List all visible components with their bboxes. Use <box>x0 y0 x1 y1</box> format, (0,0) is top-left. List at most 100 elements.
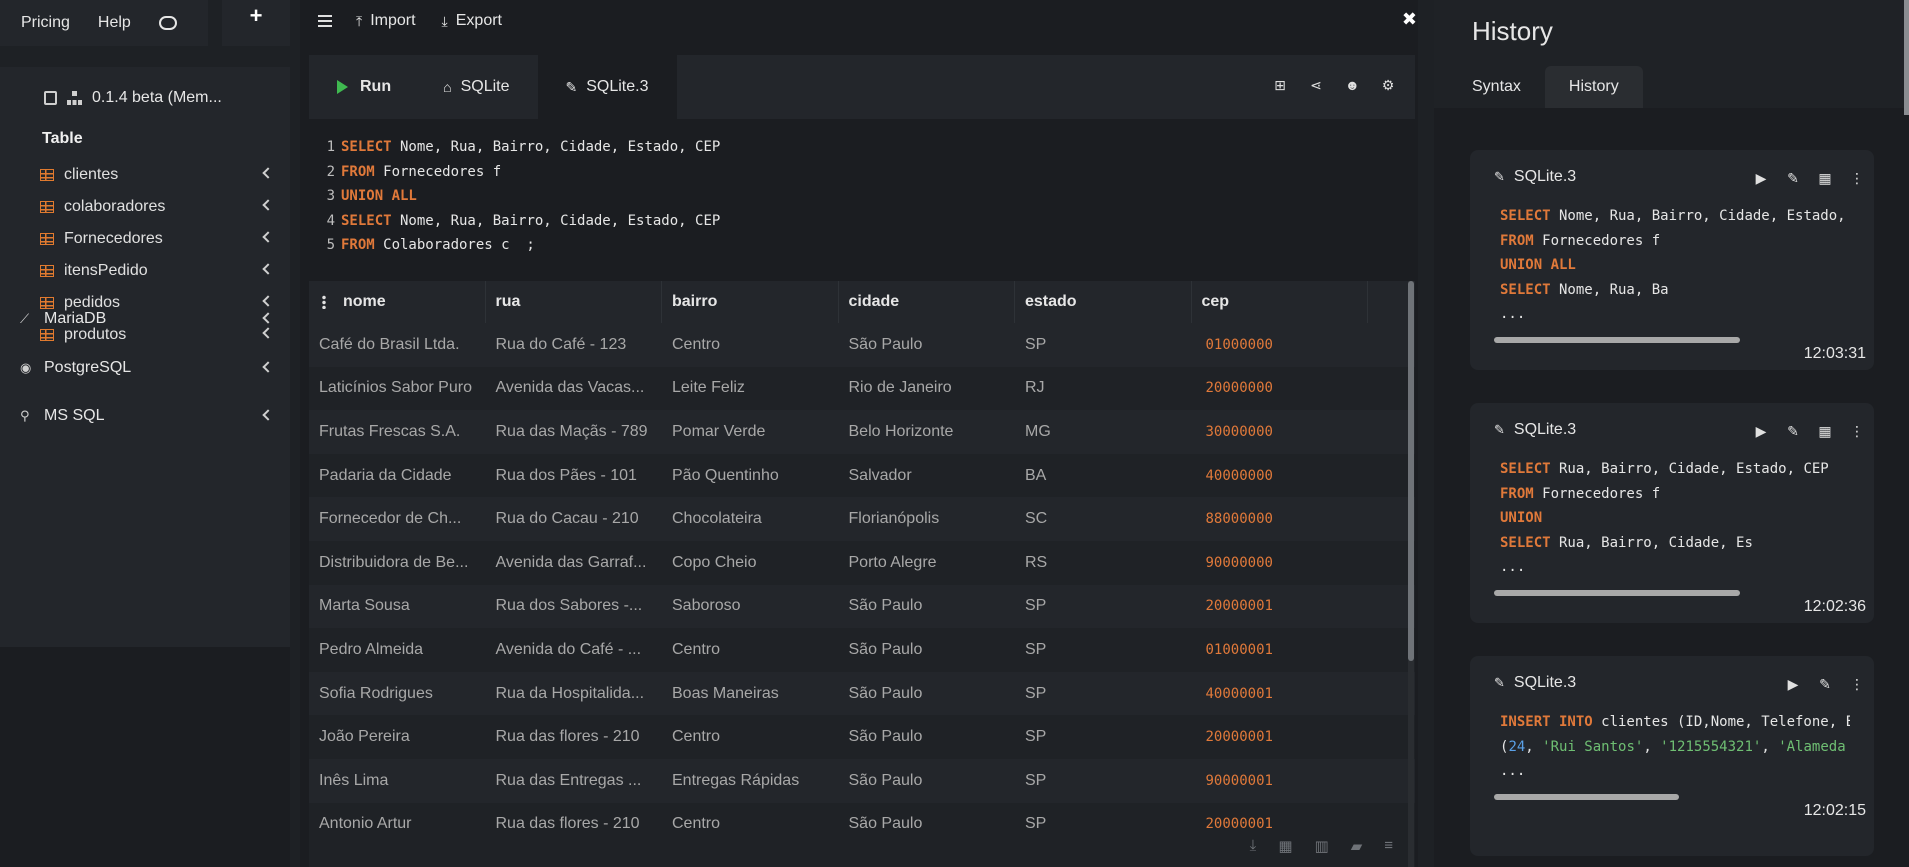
db-group-mssql[interactable]: ⚲ MS SQL <box>20 407 276 425</box>
list-icon[interactable]: ≡ <box>1384 837 1393 855</box>
cell-nome: Pedro Almeida <box>319 640 424 658</box>
history-card-code[interactable]: INSERT INTO clientes (ID,Nome, Telefone,… <box>1470 710 1874 784</box>
tab-history[interactable]: History <box>1544 66 1643 108</box>
book-icon[interactable]: ▰ <box>1351 837 1363 855</box>
table-row[interactable]: João Pereira Rua das flores - 210 Centro Sã… <box>309 715 1415 759</box>
code-token: FROM <box>1500 485 1534 502</box>
db-group-postgresql[interactable]: ◉ PostgreSQL <box>20 359 276 377</box>
sidebar-table-itenspedido[interactable]: itensPedido <box>40 255 276 287</box>
sql-keyword: FROM <box>341 237 375 254</box>
add-tab-icon[interactable]: ⊞ <box>1273 78 1287 92</box>
help-link[interactable]: Help <box>98 14 131 32</box>
edit-icon[interactable]: ✎ <box>1786 423 1800 440</box>
chart-icon[interactable]: ▥ <box>1315 837 1329 855</box>
share-icon[interactable]: ⋖ <box>1309 78 1323 92</box>
sidebar-table-fornecedores[interactable]: Fornecedores <box>40 223 276 255</box>
play-icon[interactable]: ▶ <box>1786 676 1800 693</box>
history-card-title: SQLite.3 <box>1513 674 1577 691</box>
cell-cidade: São Paulo <box>848 684 923 702</box>
table-icon <box>40 297 54 309</box>
table-row[interactable]: Pedro Almeida Avenida do Café - ... Centro… <box>309 628 1415 672</box>
table-row[interactable]: Frutas Frescas S.A. Rua das Maçãs - 789 Po… <box>309 410 1415 454</box>
code-line: SELECT Nome, Rua, Ba <box>1500 278 1850 303</box>
history-card-code[interactable]: SELECT Nome, Rua, Bairro, Cidade, Estado… <box>1470 204 1874 327</box>
history-card-time: 12:02:15 <box>1803 801 1866 819</box>
tab-sqlite[interactable]: ⌂ SQLite <box>415 55 537 119</box>
tab-syntax[interactable]: Syntax <box>1448 66 1545 108</box>
db-title-row[interactable]: 0.1.4 beta (Mem... <box>44 89 222 107</box>
sidebar-table-colaboradores[interactable]: colaboradores <box>40 191 276 223</box>
table-row[interactable]: Padaria da Cidade Rua dos Pães - 101 Pão Q… <box>309 454 1415 498</box>
tab-sqlite3[interactable]: ✎ SQLite.3 <box>537 55 677 119</box>
code-token: ( <box>1500 738 1509 755</box>
table-icon[interactable]: ▦ <box>1278 837 1292 855</box>
more-icon[interactable]: ⋮ <box>1850 676 1864 693</box>
edit-icon[interactable]: ✎ <box>1818 676 1832 693</box>
code-token: ... <box>1500 306 1526 323</box>
history-card-scrollbar[interactable] <box>1494 336 1740 343</box>
user-icon[interactable]: ☻ <box>1345 78 1360 92</box>
chevron-left-icon <box>262 199 274 211</box>
close-icon[interactable]: ✖ <box>1402 9 1417 30</box>
history-card-title: SQLite.3 <box>1513 168 1577 185</box>
more-icon[interactable]: ⋮ <box>1850 170 1864 187</box>
history-card-scrollbar[interactable] <box>1494 793 1679 800</box>
cell-bairro: Centro <box>672 640 721 658</box>
table-row[interactable]: Café do Brasil Ltda. Rua do Café - 123 Cen… <box>309 323 1415 367</box>
editor-line: 3 UNION ALL <box>309 184 1415 209</box>
sql-editor[interactable]: 1 SELECT Nome, Rua, Bairro, Cidade, Estad… <box>309 119 1415 260</box>
pencil-icon[interactable]: ✎ <box>1494 169 1505 185</box>
sidebar-table-clientes[interactable]: clientes <box>40 159 276 191</box>
cell-rua: Rua dos Pães - 101 <box>495 466 637 484</box>
line-number: 2 <box>326 163 335 180</box>
cell-cep: 01000001 <box>1205 641 1273 658</box>
cell-estado: BA <box>1025 466 1047 484</box>
run-button[interactable]: Run <box>309 55 415 119</box>
grid-icon[interactable]: ▦ <box>1818 170 1832 187</box>
sidebar-table-label: produtos <box>64 326 127 343</box>
editor-line: 4 SELECT Nome, Rua, Bairro, Cidade, Estad… <box>309 209 1415 234</box>
sidebar-table-label: clientes <box>64 166 119 183</box>
import-button[interactable]: ⤒ Import <box>356 12 416 30</box>
add-connection-button[interactable]: + <box>222 0 290 46</box>
sql-text: Colaboradores c ; <box>374 237 535 254</box>
pencil-icon[interactable]: ✎ <box>1494 422 1505 438</box>
export-button[interactable]: ⤓ Export <box>442 12 502 30</box>
db-group-mariadb[interactable]: ⟋ MariaDB <box>20 310 276 328</box>
table-row[interactable]: Sofia Rodrigues Rua da Hospitalida... Boas… <box>309 671 1415 716</box>
column-header-nome[interactable]: nome <box>309 281 486 323</box>
history-card: ✎ SQLite.3 ▶ ✎ ▦ ⋮ SELECT Nome, Rua, Bairro, C… <box>1470 150 1874 370</box>
menu-icon[interactable] <box>318 15 332 27</box>
column-header-cep[interactable]: cep <box>1192 281 1368 323</box>
gear-icon[interactable]: ⚙ <box>1381 78 1395 92</box>
grid-scrollbar[interactable] <box>1408 281 1414 661</box>
pencil-icon[interactable]: ✎ <box>1494 675 1505 691</box>
history-scrollbar[interactable] <box>1904 0 1909 115</box>
column-header-bairro[interactable]: bairro <box>662 281 839 323</box>
code-token: 24 <box>1508 738 1526 755</box>
table-row[interactable]: Inês Lima Rua das Entregas ... Entregas Rá… <box>309 758 1415 803</box>
table-row[interactable]: Marta Sousa Rua dos Sabores -... Saboroso S… <box>309 584 1415 629</box>
pricing-link[interactable]: Pricing <box>21 14 70 32</box>
save-icon[interactable] <box>44 91 57 105</box>
more-icon[interactable]: ⋮ <box>1850 423 1864 440</box>
play-icon[interactable]: ▶ <box>1754 423 1768 440</box>
play-icon[interactable]: ▶ <box>1754 170 1768 187</box>
cell-bairro: Pão Quentinho <box>672 466 779 484</box>
history-card-scrollbar[interactable] <box>1494 589 1740 596</box>
history-card-code[interactable]: SELECT Rua, Bairro, Cidade, Estado, CEP F… <box>1470 457 1874 580</box>
code-line: SELECT Rua, Bairro, Cidade, Es <box>1500 531 1850 556</box>
column-header-cidade[interactable]: cidade <box>839 281 1015 323</box>
table-row[interactable]: Distribuidora de Be... Avenida das Garraf… <box>309 541 1415 585</box>
history-card: ✎ SQLite.3 ▶ ✎ ⋮ INSERT INTO clientes (ID,Nom… <box>1470 656 1874 856</box>
table-row[interactable]: Laticínios Sabor Puro Avenida das Vacas..… <box>309 367 1415 411</box>
table-icon <box>40 169 54 181</box>
column-menu-icon[interactable] <box>322 295 326 309</box>
column-header-estado[interactable]: estado <box>1015 281 1192 323</box>
table-row[interactable]: Fornecedor de Ch... Rua do Cacau - 210 Cho… <box>309 497 1415 541</box>
download-icon[interactable]: ⤓ <box>1250 837 1257 855</box>
grid-icon[interactable]: ▦ <box>1818 423 1832 440</box>
edit-icon[interactable]: ✎ <box>1786 170 1800 187</box>
column-header-rua[interactable]: rua <box>486 281 662 323</box>
chat-icon[interactable] <box>158 16 177 30</box>
